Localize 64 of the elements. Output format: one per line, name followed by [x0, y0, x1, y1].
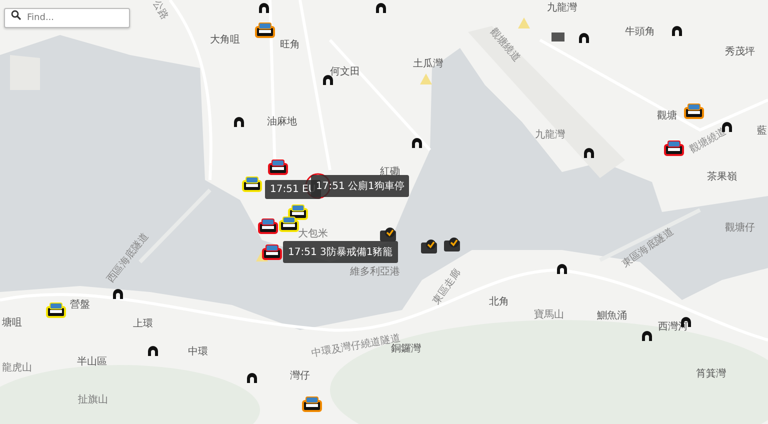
police-car-icon[interactable]: [46, 301, 66, 319]
place-label: 觀塘繞道: [488, 26, 522, 64]
place-label: 灣仔: [290, 370, 310, 382]
place-label: 筲箕灣: [696, 368, 726, 380]
place-label: 東區海底隧道: [620, 226, 676, 270]
camera-icon[interactable]: [421, 238, 437, 254]
place-label: 九龍灣: [535, 130, 565, 140]
place-label: 旺角: [280, 40, 300, 50]
tunnel-icon[interactable]: [323, 75, 333, 85]
place-label: 觀塘仔: [725, 222, 755, 234]
search-field[interactable]: Find...: [4, 8, 130, 28]
place-label: 西區海底隧道: [105, 230, 151, 286]
place-label: 鰂魚涌: [597, 310, 627, 322]
tunnel-icon[interactable]: [113, 289, 123, 299]
place-label: 油麻地: [267, 116, 297, 128]
place-label: 土瓜灣: [413, 58, 443, 70]
tunnel-icon[interactable]: [642, 331, 652, 341]
place-label: 觀塘: [657, 110, 677, 122]
search-icon: [11, 10, 21, 20]
place-label: 大包米: [298, 228, 328, 240]
police-car-icon[interactable]: [288, 203, 308, 221]
place-label: 九龍灣: [547, 2, 577, 14]
place-label: 茶果嶺: [707, 172, 737, 182]
tunnel-icon[interactable]: [376, 3, 386, 13]
place-label: 公路: [150, 0, 170, 22]
place-label: 藍: [757, 126, 767, 136]
place-label: 紅磡: [380, 166, 400, 178]
police-car-icon[interactable]: [258, 217, 278, 235]
tunnel-icon[interactable]: [148, 346, 158, 356]
tunnel-icon[interactable]: [672, 26, 682, 36]
place-label: 牛頭角: [625, 26, 655, 38]
place-label: 銅鑼灣: [391, 344, 421, 354]
police-car-icon[interactable]: [268, 158, 288, 176]
tunnel-icon[interactable]: [259, 3, 269, 13]
place-label: 北角: [489, 296, 509, 308]
police-car-icon[interactable]: [279, 215, 299, 233]
place-label: 塘咀: [2, 318, 22, 328]
place-label: 維多利亞港: [350, 266, 400, 278]
place-label: 中環: [188, 346, 208, 358]
tunnel-icon[interactable]: [579, 33, 589, 43]
police-car-icon[interactable]: [242, 175, 262, 193]
place-label: 營盤: [70, 300, 90, 310]
place-label: 上環: [133, 318, 153, 330]
place-label: 寶馬山: [534, 310, 564, 320]
place-label: 扯旗山: [78, 394, 108, 406]
place-label: 龍虎山: [2, 362, 32, 374]
police-car-icon[interactable]: [262, 243, 282, 261]
police-car-icon[interactable]: [684, 102, 704, 120]
place-label: 東區走廊: [431, 267, 463, 307]
camera-icon[interactable]: [444, 236, 460, 252]
police-car-icon[interactable]: [664, 139, 684, 157]
camera-icon[interactable]: [380, 226, 396, 242]
tunnel-icon[interactable]: [584, 148, 594, 158]
event-popup: 17:51 3防暴戒備1豬籠: [283, 241, 398, 263]
place-label: 秀茂坪: [725, 46, 755, 58]
police-car-icon[interactable]: [302, 395, 322, 413]
police-car-icon[interactable]: [255, 21, 275, 39]
tunnel-icon[interactable]: [247, 373, 257, 383]
place-label: 何文田: [330, 66, 360, 78]
tunnel-icon[interactable]: [557, 264, 567, 274]
place-label: 大角咀: [210, 34, 240, 46]
place-label: 半山區: [77, 356, 107, 368]
tunnel-icon[interactable]: [234, 117, 244, 127]
tunnel-icon[interactable]: [412, 138, 422, 148]
